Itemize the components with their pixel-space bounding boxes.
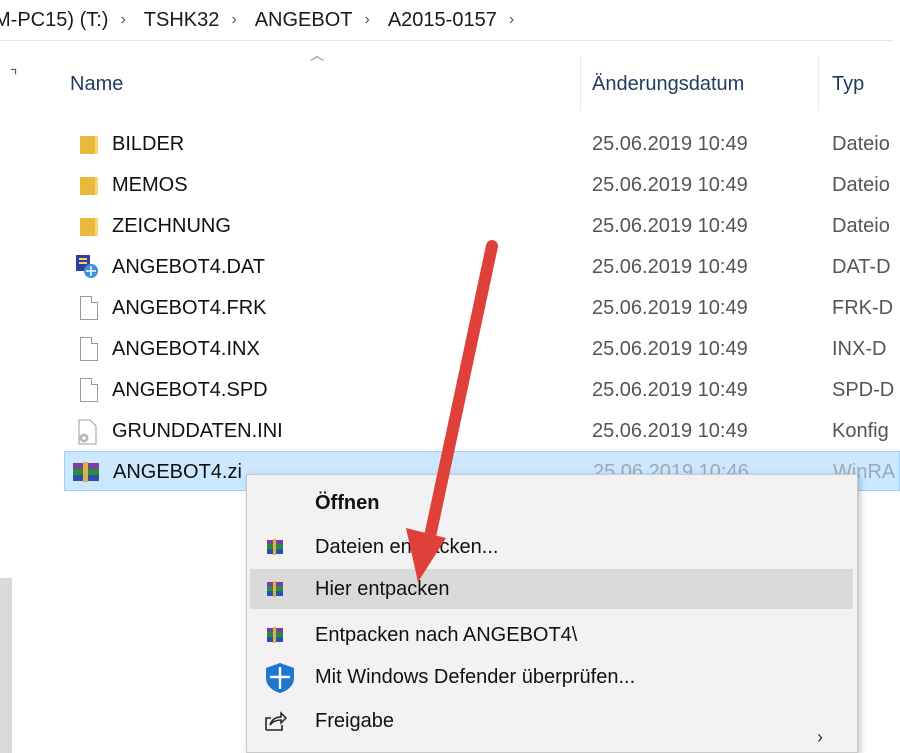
- winrar-icon: [267, 581, 283, 597]
- file-name: MEMOS: [112, 174, 188, 196]
- file-type: SPD-D: [832, 379, 895, 401]
- menu-item-defender-scan[interactable]: Mit Windows Defender überprüfen...: [247, 657, 857, 697]
- menu-item-extract-files[interactable]: Dateien entpacken...: [247, 527, 857, 567]
- sort-ascending-icon: ︿: [310, 47, 324, 63]
- context-menu: Öffnen Dateien entpacken... Hier entpack…: [246, 474, 858, 753]
- menu-item-open[interactable]: Öffnen: [247, 483, 857, 523]
- menu-item-label: Freigabe: [315, 710, 394, 732]
- file-row-angebot4-dat[interactable]: ANGEBOT4.DAT 25.06.2019 10:49 DAT-D: [64, 247, 900, 287]
- folder-icon: [80, 218, 98, 236]
- file-row-bilder[interactable]: BILDER 25.06.2019 10:49 Dateio: [64, 124, 900, 164]
- breadcrumb-tshk32[interactable]: TSHK32: [138, 9, 220, 32]
- folder-icon: [80, 177, 98, 195]
- file-icon: [80, 378, 98, 402]
- winrar-icon: [267, 539, 283, 555]
- file-date: 25.06.2019 10:49: [592, 256, 748, 278]
- expand-arrow-icon[interactable]: ⌝: [10, 66, 18, 86]
- column-date[interactable]: Änderungsdatum: [592, 73, 744, 96]
- submenu-arrow-icon: ›: [817, 727, 823, 747]
- file-type: INX-D: [832, 338, 887, 360]
- file-date: 25.06.2019 10:49: [592, 420, 748, 442]
- file-name: ANGEBOT4.DAT: [112, 256, 265, 278]
- file-date: 25.06.2019 10:49: [592, 338, 748, 360]
- file-name: BILDER: [112, 133, 185, 155]
- windows-defender-icon: [266, 663, 294, 693]
- column-name[interactable]: Name: [70, 73, 123, 96]
- file-type: Konfig: [832, 420, 889, 442]
- menu-item-label: Entpacken nach ANGEBOT4\: [315, 624, 578, 646]
- breadcrumb-a2015-0157[interactable]: A2015-0157: [382, 9, 497, 32]
- navigation-scrollbar[interactable]: [0, 578, 12, 753]
- breadcrumb-drive[interactable]: M-PC15) (T:): [0, 9, 108, 32]
- file-type: Dateio: [832, 174, 890, 196]
- winrar-icon: [267, 627, 283, 643]
- dat-file-icon: [76, 255, 98, 278]
- file-date: 25.06.2019 10:49: [592, 133, 748, 155]
- file-name: ZEICHNUNG: [112, 215, 231, 237]
- breadcrumb: M-PC15) (T:) › TSHK32 › ANGEBOT › A2015-…: [0, 0, 900, 40]
- file-name: ANGEBOT4.zi: [113, 461, 242, 483]
- chevron-right-icon[interactable]: ›: [353, 11, 382, 29]
- column-divider[interactable]: [580, 55, 581, 111]
- column-header: ︿ Name Änderungsdatum Typ: [62, 41, 900, 123]
- column-divider[interactable]: [818, 55, 819, 111]
- chevron-right-icon[interactable]: ›: [219, 11, 248, 29]
- menu-item-extract-here[interactable]: Hier entpacken: [250, 569, 853, 609]
- chevron-right-icon[interactable]: ›: [108, 11, 137, 29]
- file-date: 25.06.2019 10:49: [592, 379, 748, 401]
- file-row-angebot4-frk[interactable]: ANGEBOT4.FRK 25.06.2019 10:49 FRK-D: [64, 288, 900, 328]
- breadcrumb-angebot[interactable]: ANGEBOT: [249, 9, 353, 32]
- menu-item-label: Öffnen: [315, 492, 380, 514]
- file-type: FRK-D: [832, 297, 894, 319]
- file-row-angebot4-spd[interactable]: ANGEBOT4.SPD 25.06.2019 10:49 SPD-D: [64, 370, 900, 410]
- file-row-zeichnung[interactable]: ZEICHNUNG 25.06.2019 10:49 Dateio: [64, 206, 900, 246]
- menu-item-extract-to-folder[interactable]: Entpacken nach ANGEBOT4\: [247, 615, 857, 655]
- folder-icon: [80, 136, 98, 154]
- file-row-memos[interactable]: MEMOS 25.06.2019 10:49 Dateio: [64, 165, 900, 205]
- settings-file-icon: [78, 419, 97, 445]
- chevron-right-icon[interactable]: ›: [497, 11, 526, 29]
- file-date: 25.06.2019 10:49: [592, 215, 748, 237]
- file-name: ANGEBOT4.FRK: [112, 297, 267, 319]
- file-type: Dateio: [832, 215, 890, 237]
- menu-item-share[interactable]: Freigabe: [247, 701, 857, 741]
- menu-item-label: Dateien entpacken...: [315, 536, 499, 558]
- menu-item-label: Hier entpacken: [315, 578, 450, 600]
- file-name: GRUNDDATEN.INI: [112, 420, 283, 442]
- file-type: DAT-D: [832, 256, 891, 278]
- menu-item-label: Mit Windows Defender überprüfen...: [315, 666, 636, 688]
- file-icon: [80, 296, 98, 320]
- file-row-grunddaten-ini[interactable]: GRUNDDATEN.INI 25.06.2019 10:49 Konfig: [64, 411, 900, 451]
- file-row-angebot4-inx[interactable]: ANGEBOT4.INX 25.06.2019 10:49 INX-D: [64, 329, 900, 369]
- file-type: Dateio: [832, 133, 890, 155]
- winrar-archive-icon: [73, 462, 99, 482]
- file-name: ANGEBOT4.INX: [112, 338, 260, 360]
- file-name: ANGEBOT4.SPD: [112, 379, 268, 401]
- file-date: 25.06.2019 10:49: [592, 174, 748, 196]
- column-type[interactable]: Typ: [832, 73, 864, 96]
- file-date: 25.06.2019 10:49: [592, 297, 748, 319]
- file-icon: [80, 337, 98, 361]
- share-icon: [265, 711, 287, 731]
